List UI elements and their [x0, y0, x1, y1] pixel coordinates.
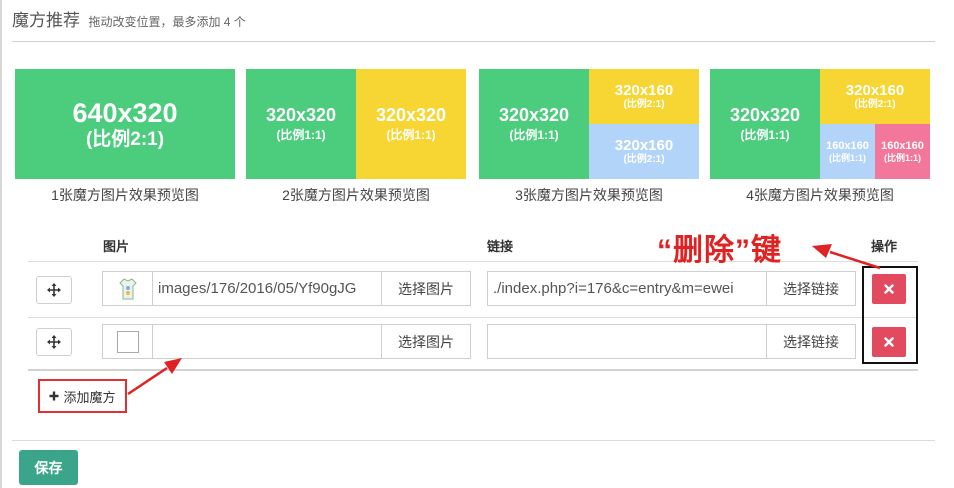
image-thumbnail — [103, 272, 153, 305]
panel-header: 魔方推荐 拖动改变位置，最多添加 4 个 — [12, 6, 246, 31]
preview-4-block-2: 320x160 (比例2:1) — [820, 69, 930, 124]
preview-1-image: 640x320 (比例2:1) — [15, 69, 235, 179]
link-input[interactable]: ./index.php?i=176&c=entry&m=ewei — [487, 271, 767, 306]
select-link-button[interactable]: 选择链接 — [766, 324, 856, 359]
select-link-button[interactable]: 选择链接 — [766, 271, 856, 306]
page-hint: 拖动改变位置，最多添加 4 个 — [88, 15, 246, 29]
table-header-divider — [28, 261, 918, 262]
header-divider — [12, 41, 935, 42]
preview-3-caption: 3张魔方图片效果预览图 — [515, 187, 663, 203]
window-left-edge — [0, 0, 2, 488]
plus-icon — [49, 391, 59, 401]
table-bottom-divider — [28, 369, 918, 371]
move-icon — [47, 335, 61, 349]
image-thumbnail — [103, 325, 153, 358]
preview-4-block-3: 160x160 (比例1:1) — [820, 124, 875, 179]
image-path-field[interactable]: images/176/2016/05/Yf90gJG — [102, 271, 382, 306]
preview-3-block-2: 320x160 (比例2:1) — [589, 69, 699, 124]
preview-3-image: 320x320 (比例1:1) 320x160 (比例2:1) 320x160 … — [479, 69, 699, 179]
image-path-value — [158, 325, 380, 358]
column-header-action: 操作 — [871, 239, 898, 254]
drag-handle[interactable] — [36, 276, 72, 304]
preview-2-image: 320x320 (比例1:1) 320x320 (比例1:1) — [246, 69, 466, 179]
drag-handle[interactable] — [36, 328, 72, 356]
preview-2-caption: 2张魔方图片效果预览图 — [282, 187, 430, 203]
column-header-link: 链接 — [487, 239, 514, 254]
annotation-highlight-box — [862, 266, 918, 364]
page-title: 魔方推荐 — [12, 11, 80, 30]
empty-thumbnail-icon — [116, 330, 139, 353]
annotation-delete-label: “删除”键 — [657, 234, 782, 267]
preview-3-block-1: 320x320 (比例1:1) — [479, 69, 589, 179]
preview-4-block-4: 160x160 (比例1:1) — [875, 124, 930, 179]
preview-3-block-3: 320x160 (比例2:1) — [589, 124, 699, 179]
add-cube-label: 添加魔方 — [63, 389, 116, 405]
arrow-to-delete-icon — [812, 244, 881, 270]
preview-1-block-1: 640x320 (比例2:1) — [15, 69, 235, 179]
row-divider — [28, 317, 918, 318]
save-button[interactable]: 保存 — [19, 450, 78, 485]
image-path-value: images/176/2016/05/Yf90gJG — [158, 280, 357, 297]
preview-2-block-2: 320x320 (比例1:1) — [356, 69, 466, 179]
column-header-image: 图片 — [103, 239, 130, 254]
link-input[interactable] — [487, 324, 767, 359]
shirt-thumbnail-icon — [118, 277, 137, 299]
preview-1-caption: 1张魔方图片效果预览图 — [51, 187, 199, 203]
preview-2-block-1: 320x320 (比例1:1) — [246, 69, 356, 179]
preview-4-caption: 4张魔方图片效果预览图 — [746, 187, 894, 203]
select-image-button[interactable]: 选择图片 — [381, 324, 471, 359]
arrow-to-empty-field-icon — [127, 358, 182, 396]
preview-4-block-1: 320x320 (比例1:1) — [710, 69, 820, 179]
footer-divider — [12, 440, 935, 441]
image-path-field[interactable] — [102, 324, 382, 359]
preview-4-image: 320x320 (比例1:1) 320x160 (比例2:1) 160x160 … — [710, 69, 930, 179]
select-image-button[interactable]: 选择图片 — [381, 271, 471, 306]
move-icon — [47, 283, 61, 297]
add-cube-button[interactable]: 添加魔方 — [38, 379, 127, 413]
